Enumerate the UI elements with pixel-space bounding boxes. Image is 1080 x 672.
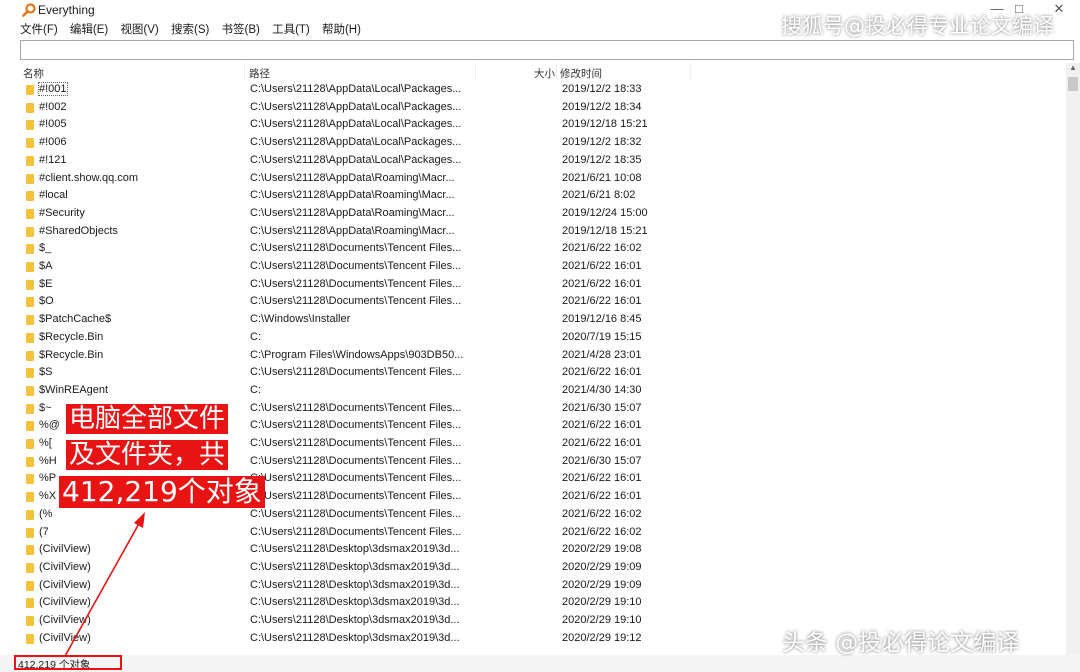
annotation-arrow [59,512,145,666]
status-bar: 412,219 个对象 [0,655,1080,672]
status-highlight-box [14,655,122,670]
watermark-bottom: 头条 @投必得论文编译 [782,630,1020,656]
